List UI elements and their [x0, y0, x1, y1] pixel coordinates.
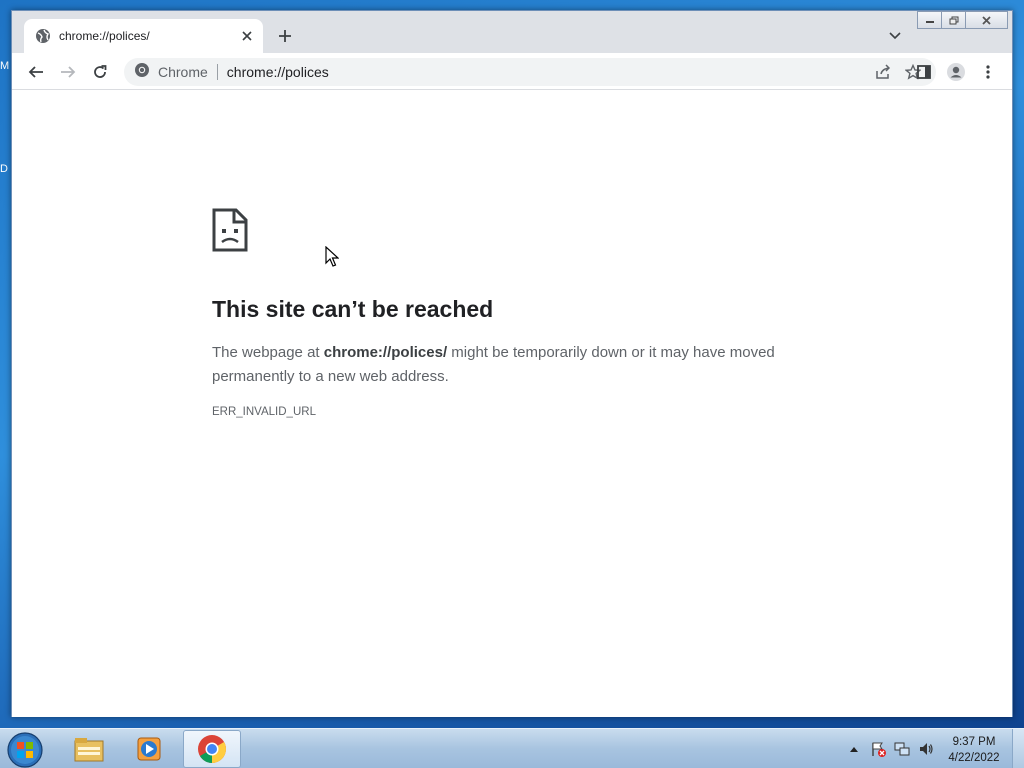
tab-strip: chrome://polices/: [12, 11, 1012, 53]
back-arrow-icon[interactable]: [22, 58, 50, 86]
error-desc-prefix: The webpage at: [212, 344, 324, 361]
omnibox-divider: [216, 64, 218, 80]
tab-title: chrome://polices/: [59, 29, 150, 43]
mouse-cursor-icon: [325, 245, 340, 272]
side-panel-icon[interactable]: [910, 58, 938, 86]
globe-icon: [35, 28, 51, 44]
close-icon[interactable]: [965, 11, 1008, 29]
start-orb-icon[interactable]: [6, 731, 44, 768]
window-controls: [917, 11, 1008, 29]
forward-arrow-icon[interactable]: [54, 58, 82, 86]
media-player-taskbar-icon[interactable]: [120, 730, 178, 768]
show-desktop-button[interactable]: [1012, 729, 1024, 768]
address-bar[interactable]: Chrome chrome://polices: [124, 58, 936, 86]
action-center-flag-icon[interactable]: [866, 739, 890, 759]
browser-window: chrome://polices/ Chrome chrome://police…: [11, 10, 1013, 717]
tab-search-chevron-icon[interactable]: [884, 25, 906, 47]
system-tray: [842, 739, 938, 759]
file-explorer-taskbar-icon[interactable]: [60, 730, 118, 768]
restore-icon[interactable]: [941, 11, 966, 29]
network-icon[interactable]: [890, 739, 914, 759]
tray-chevron-up-icon[interactable]: [842, 739, 866, 759]
profile-avatar-icon[interactable]: [942, 58, 970, 86]
volume-speaker-icon[interactable]: [914, 739, 938, 759]
site-chip-label: Chrome: [158, 64, 208, 80]
site-info-chip[interactable]: Chrome: [134, 62, 208, 82]
taskbar-clock[interactable]: 9:37 PM 4/22/2022: [940, 734, 1008, 766]
chrome-logo-icon: [134, 62, 150, 82]
new-tab-button[interactable]: [274, 25, 296, 47]
menu-kebab-icon[interactable]: [974, 58, 1002, 86]
error-code: ERR_INVALID_URL: [212, 406, 316, 418]
error-title: This site can’t be reached: [212, 296, 494, 322]
minimize-icon[interactable]: [917, 11, 942, 29]
reload-icon[interactable]: [86, 58, 114, 86]
tab-close-icon[interactable]: [237, 26, 257, 46]
page-content: This site can’t be reached The webpage a…: [12, 91, 1012, 717]
tab-active[interactable]: chrome://polices/: [24, 19, 263, 53]
browser-toolbar: Chrome chrome://polices: [12, 53, 1012, 90]
desktop-icon-label-m[interactable]: M: [0, 60, 9, 72]
clock-date: 4/22/2022: [948, 752, 1000, 764]
clock-time: 9:37 PM: [952, 736, 996, 748]
error-description: The webpage at chrome://polices/ might b…: [212, 341, 812, 389]
sad-page-icon: [212, 208, 248, 256]
chrome-taskbar-icon[interactable]: [183, 730, 241, 768]
error-desc-url: chrome://polices/: [323, 344, 448, 361]
taskbar: 9:37 PM 4/22/2022: [0, 728, 1024, 768]
share-icon[interactable]: [868, 58, 898, 86]
desktop-icon-label-d[interactable]: D: [0, 163, 8, 175]
url-text[interactable]: chrome://polices: [227, 64, 329, 80]
